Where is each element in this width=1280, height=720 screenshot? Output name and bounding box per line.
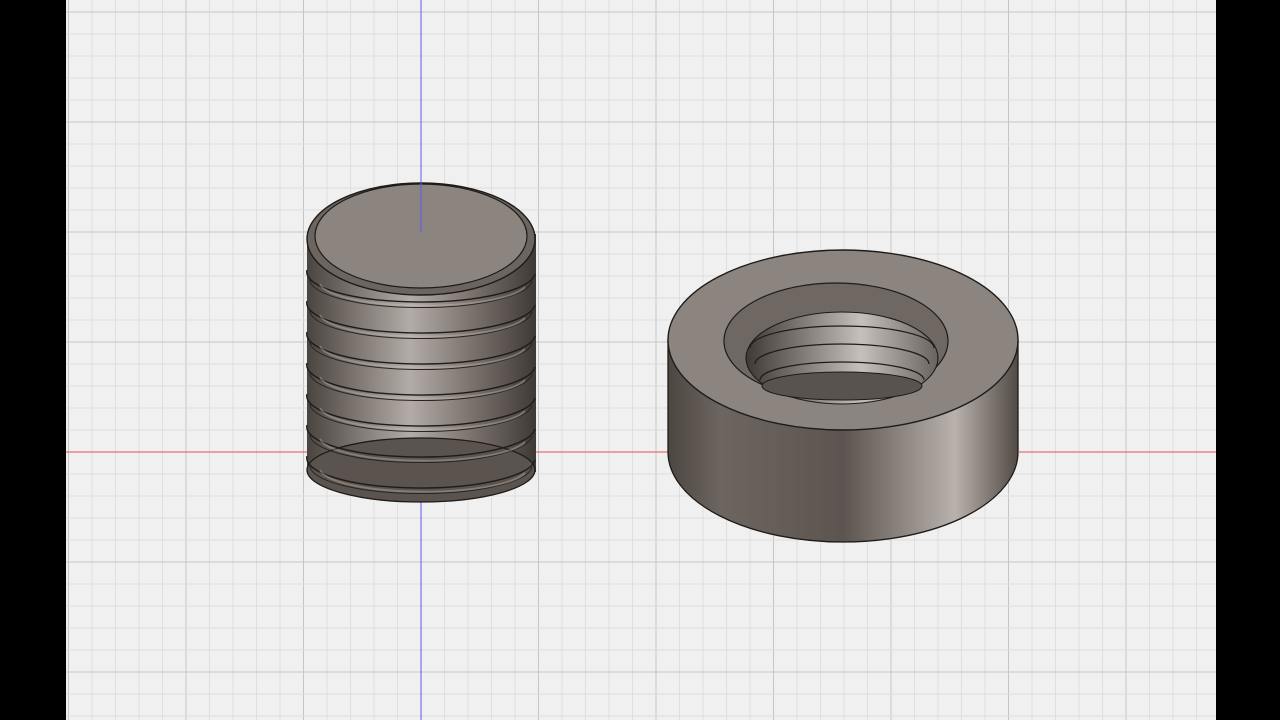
threaded-nut-model[interactable] xyxy=(667,249,1216,543)
construction-grid xyxy=(66,0,1216,720)
3d-viewport[interactable] xyxy=(66,0,1216,720)
viewport-canvas[interactable] xyxy=(66,0,1216,720)
threaded-bolt-model[interactable] xyxy=(306,0,536,503)
letterbox-right xyxy=(1216,0,1280,720)
app-frame xyxy=(0,0,1280,720)
letterbox-left xyxy=(0,0,66,720)
